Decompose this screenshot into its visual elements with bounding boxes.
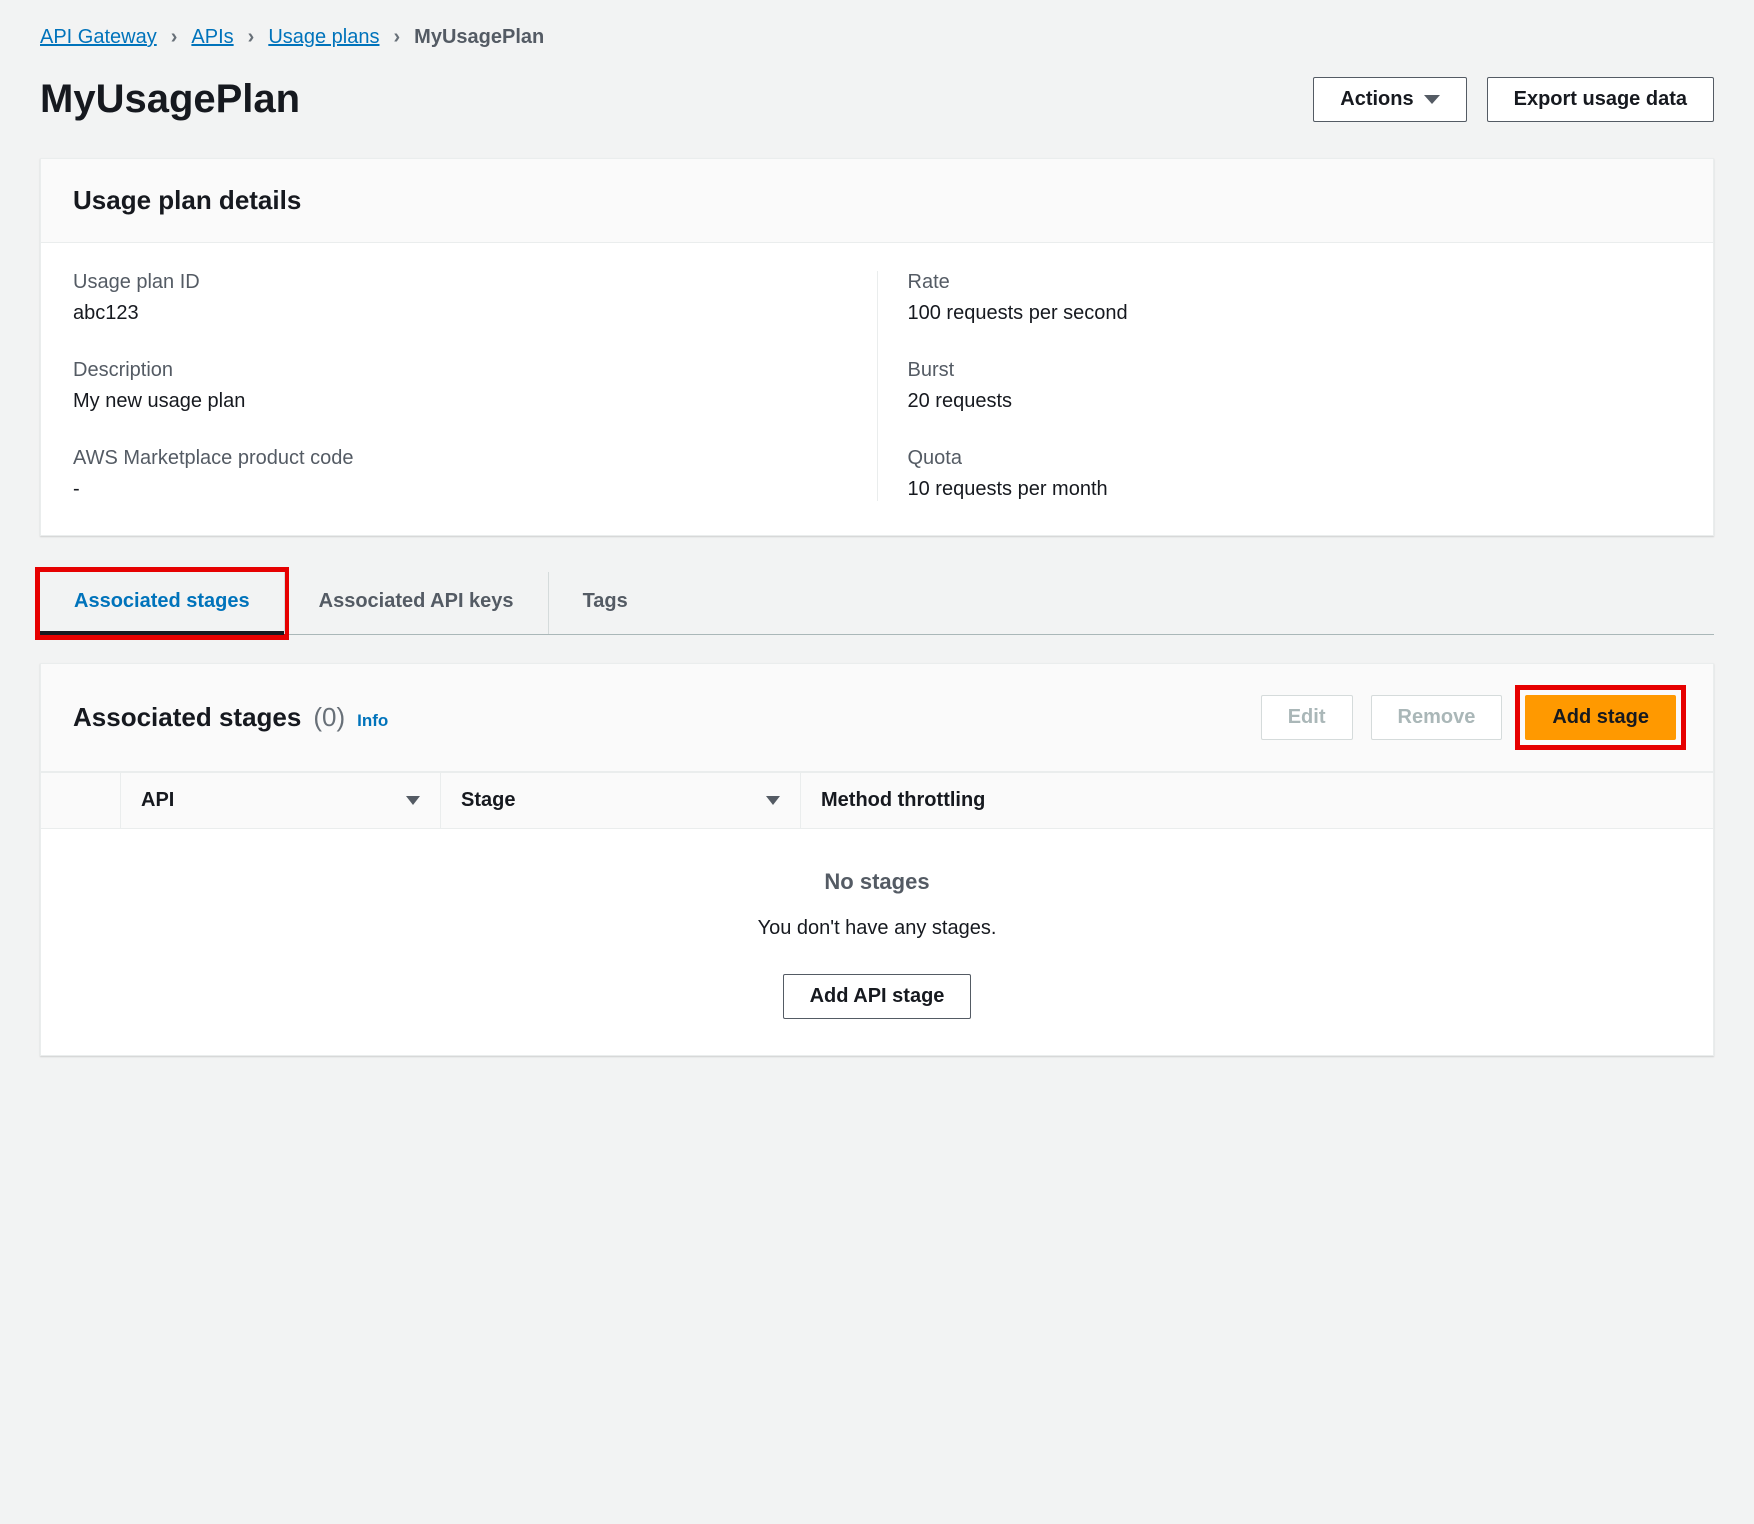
associated-stages-title-wrap: Associated stages (0) Info xyxy=(73,702,388,733)
field-label: Description xyxy=(73,359,847,382)
tab-tags[interactable]: Tags xyxy=(548,572,662,634)
field-value: - xyxy=(73,478,847,501)
field-value: 10 requests per month xyxy=(908,478,1682,501)
field-quota: Quota 10 requests per month xyxy=(908,447,1682,501)
add-api-stage-button[interactable]: Add API stage xyxy=(783,974,972,1019)
associated-stages-header: Associated stages (0) Info Edit Remove A… xyxy=(41,664,1713,772)
details-col-left: Usage plan ID abc123 Description My new … xyxy=(73,271,878,501)
page-header: MyUsagePlan Actions Export usage data xyxy=(40,77,1714,122)
field-description: Description My new usage plan xyxy=(73,359,847,413)
empty-state-subtitle: You don't have any stages. xyxy=(61,917,1693,940)
field-burst: Burst 20 requests xyxy=(908,359,1682,413)
breadcrumb-link-apis[interactable]: APIs xyxy=(191,26,233,49)
field-value: My new usage plan xyxy=(73,390,847,413)
field-label: Rate xyxy=(908,271,1682,294)
details-grid: Usage plan ID abc123 Description My new … xyxy=(73,271,1681,501)
associated-stages-panel: Associated stages (0) Info Edit Remove A… xyxy=(40,663,1714,1056)
chevron-right-icon: › xyxy=(171,26,178,49)
column-stage[interactable]: Stage xyxy=(441,773,801,828)
field-usage-plan-id: Usage plan ID abc123 xyxy=(73,271,847,325)
export-usage-data-button[interactable]: Export usage data xyxy=(1487,77,1714,122)
header-actions: Actions Export usage data xyxy=(1313,77,1714,122)
stages-empty-state: No stages You don't have any stages. Add… xyxy=(41,829,1713,1055)
tab-associated-stages[interactable]: Associated stages xyxy=(40,572,284,635)
usage-plan-details-title: Usage plan details xyxy=(73,185,301,216)
column-select xyxy=(41,773,121,828)
field-rate: Rate 100 requests per second xyxy=(908,271,1682,325)
stages-table-header: API Stage Method throttling xyxy=(41,772,1713,829)
tab-associated-api-keys[interactable]: Associated API keys xyxy=(284,572,548,634)
field-label: Usage plan ID xyxy=(73,271,847,294)
field-value: abc123 xyxy=(73,302,847,325)
chevron-right-icon: › xyxy=(394,26,401,49)
tabs: Associated stages Associated API keys Ta… xyxy=(40,572,1714,635)
breadcrumb-link-api-gateway[interactable]: API Gateway xyxy=(40,26,157,49)
column-method-throttling[interactable]: Method throttling xyxy=(801,773,1713,828)
caret-down-icon xyxy=(1424,95,1440,104)
column-method-throttling-label: Method throttling xyxy=(821,789,985,812)
remove-button-label: Remove xyxy=(1398,706,1476,729)
edit-button[interactable]: Edit xyxy=(1261,695,1353,740)
associated-stages-actions: Edit Remove Add stage xyxy=(1261,690,1681,745)
column-stage-label: Stage xyxy=(461,789,515,812)
edit-button-label: Edit xyxy=(1288,706,1326,729)
usage-plan-details-header: Usage plan details xyxy=(41,159,1713,243)
field-value: 100 requests per second xyxy=(908,302,1682,325)
usage-plan-details-body: Usage plan ID abc123 Description My new … xyxy=(41,243,1713,535)
info-link[interactable]: Info xyxy=(357,711,388,731)
add-stage-button[interactable]: Add stage xyxy=(1525,695,1676,740)
breadcrumb-link-usage-plans[interactable]: Usage plans xyxy=(268,26,379,49)
actions-button-label: Actions xyxy=(1340,88,1413,111)
usage-plan-details-panel: Usage plan details Usage plan ID abc123 … xyxy=(40,158,1714,536)
add-stage-button-label: Add stage xyxy=(1552,706,1649,729)
add-api-stage-button-label: Add API stage xyxy=(810,985,945,1008)
field-marketplace-code: AWS Marketplace product code - xyxy=(73,447,847,501)
details-col-right: Rate 100 requests per second Burst 20 re… xyxy=(878,271,1682,501)
column-api-label: API xyxy=(141,789,174,812)
associated-stages-title: Associated stages xyxy=(73,702,301,733)
breadcrumb-current: MyUsagePlan xyxy=(414,26,544,49)
sort-icon xyxy=(766,796,780,805)
empty-state-title: No stages xyxy=(61,869,1693,895)
sort-icon xyxy=(406,796,420,805)
field-label: Burst xyxy=(908,359,1682,382)
remove-button[interactable]: Remove xyxy=(1371,695,1503,740)
export-usage-data-label: Export usage data xyxy=(1514,88,1687,111)
breadcrumb: API Gateway › APIs › Usage plans › MyUsa… xyxy=(40,20,1714,77)
field-label: Quota xyxy=(908,447,1682,470)
page-title: MyUsagePlan xyxy=(40,77,300,122)
column-api[interactable]: API xyxy=(121,773,441,828)
field-label: AWS Marketplace product code xyxy=(73,447,847,470)
associated-stages-count: (0) xyxy=(313,702,345,733)
chevron-right-icon: › xyxy=(248,26,255,49)
field-value: 20 requests xyxy=(908,390,1682,413)
actions-button[interactable]: Actions xyxy=(1313,77,1466,122)
